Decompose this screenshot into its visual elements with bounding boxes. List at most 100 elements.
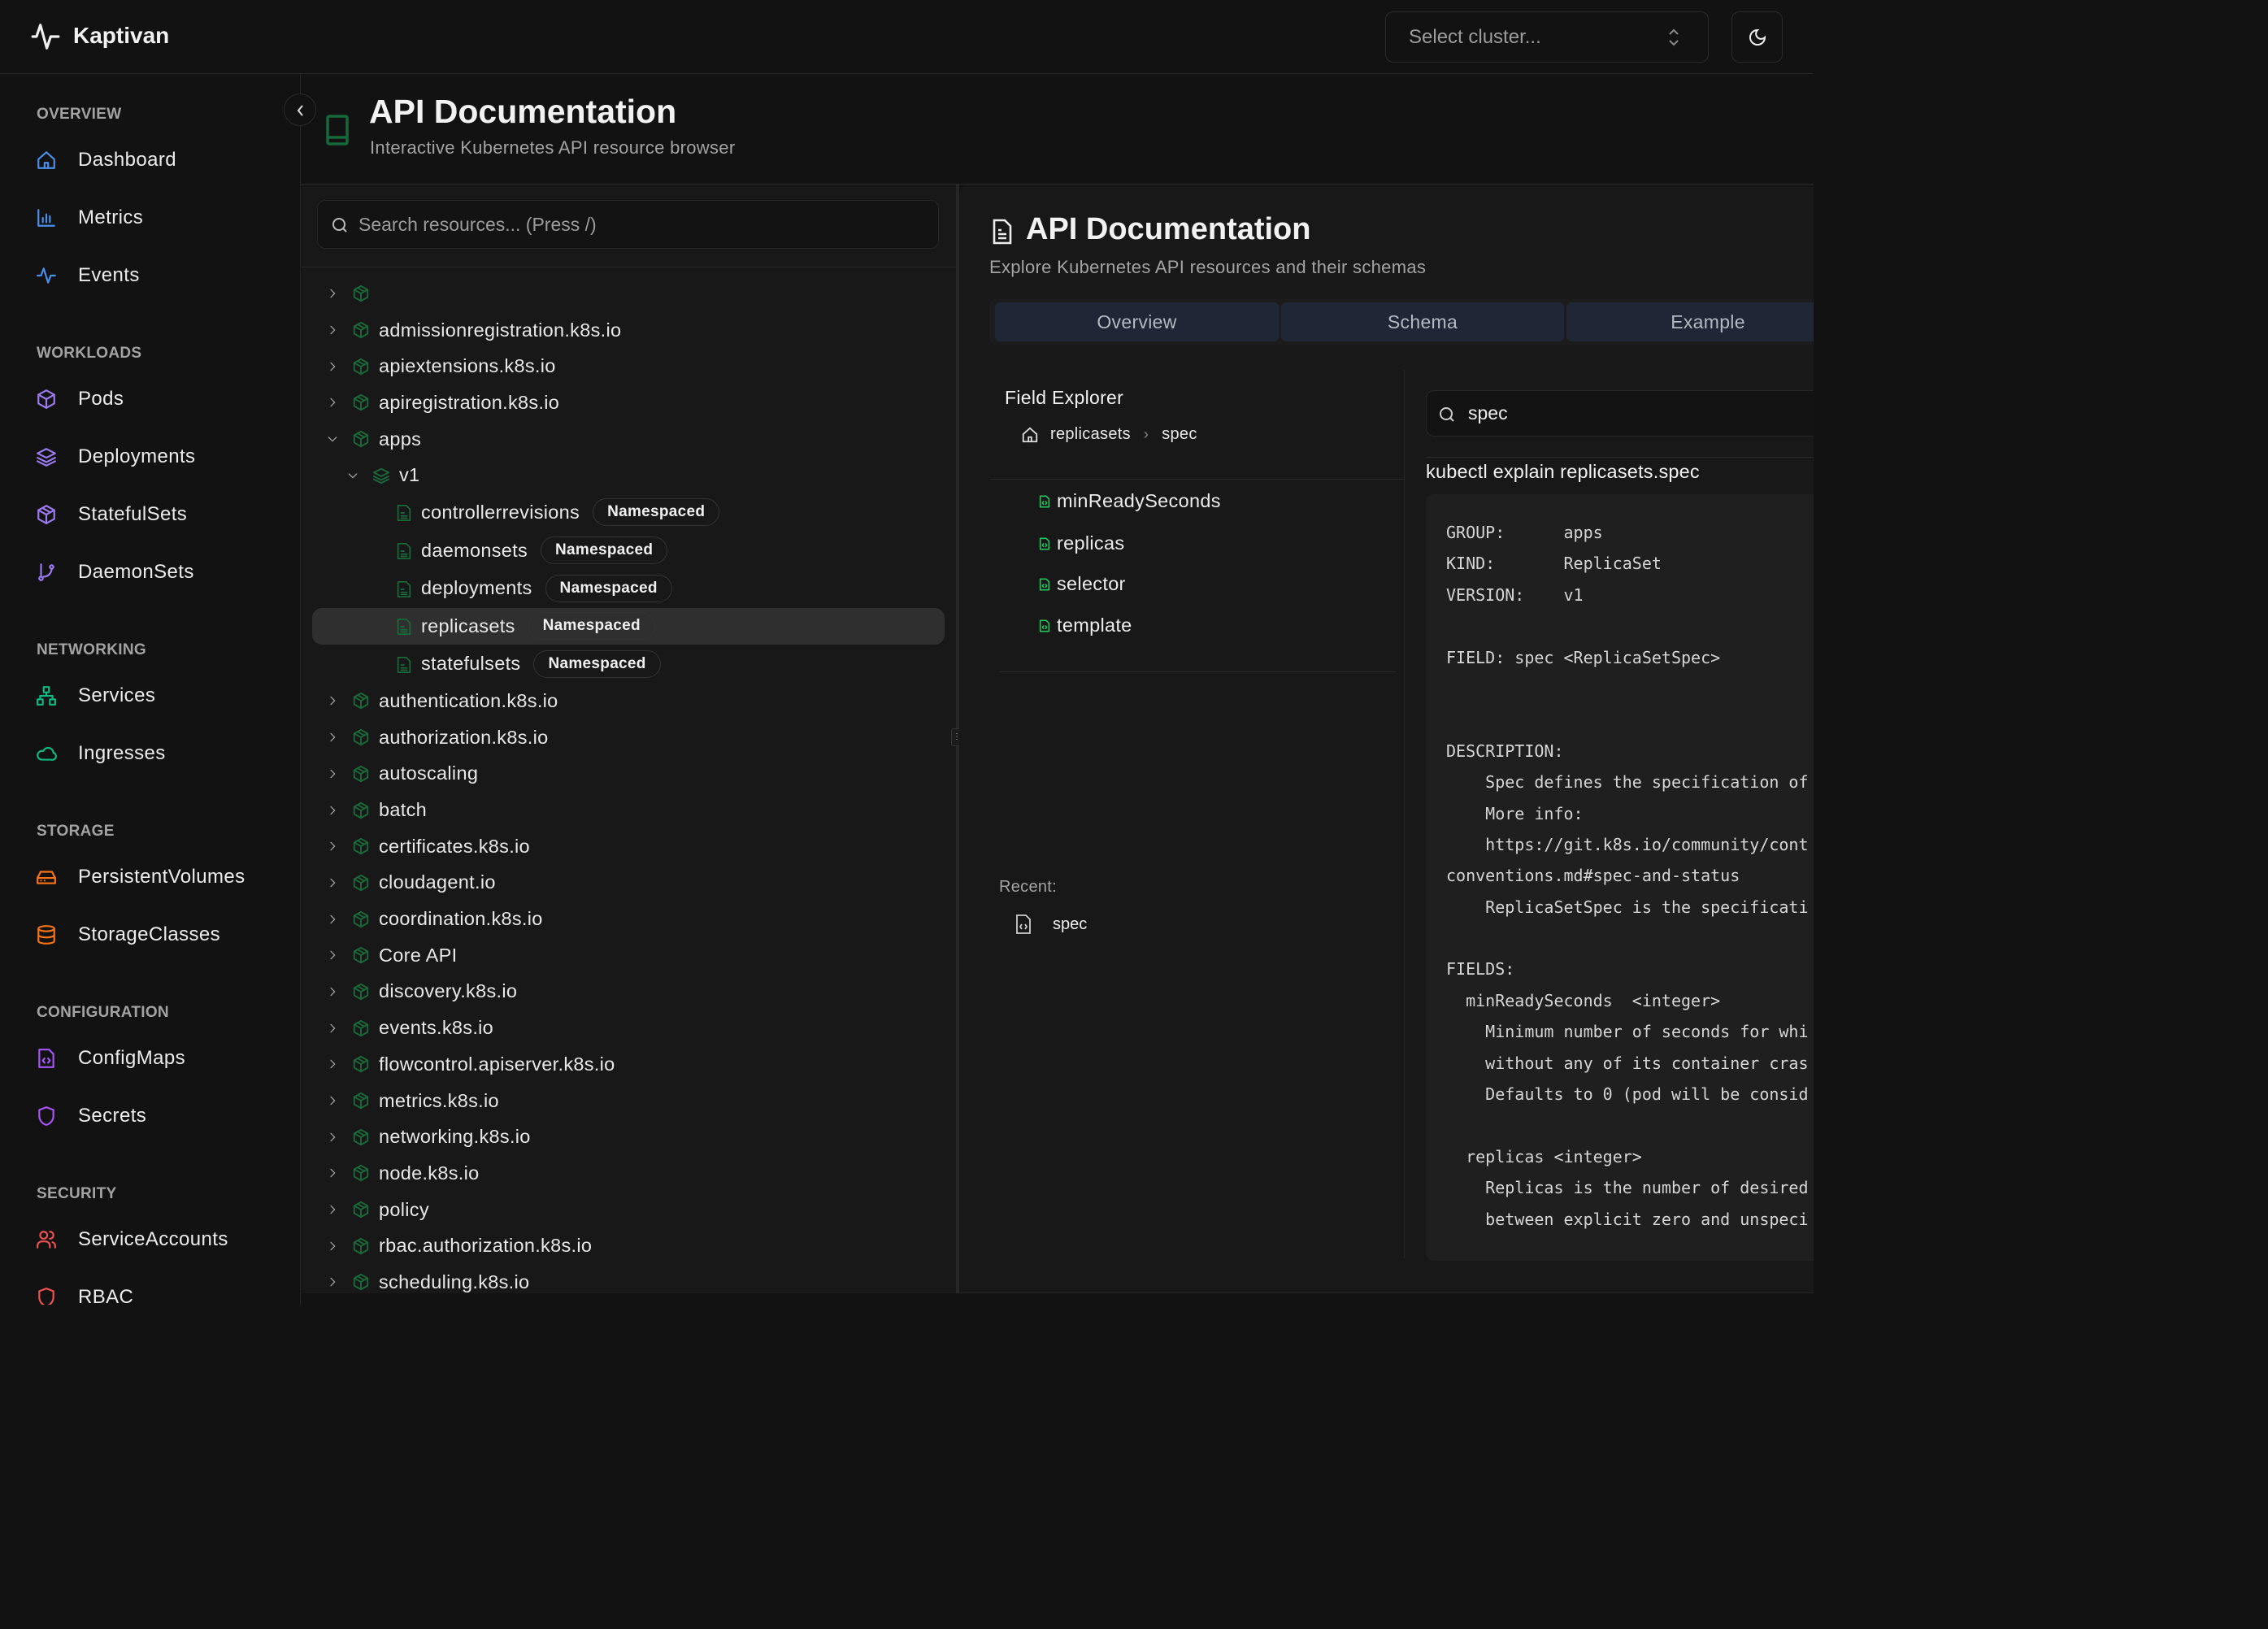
field-item[interactable]: replicas — [1038, 532, 1124, 554]
tree-group-item[interactable]: certificates.k8s.io — [302, 828, 956, 865]
code-line: without any of its container cras — [1446, 1053, 1809, 1073]
chevron-right-icon[interactable] — [326, 1094, 339, 1107]
code-line: between explicit zero and unspeci — [1446, 1209, 1809, 1229]
tree-group-item[interactable]: apps — [302, 421, 956, 458]
tree-group-item[interactable]: Core API — [302, 937, 956, 974]
chevron-right-icon[interactable] — [326, 985, 339, 998]
sidebar-item-pods[interactable]: Pods — [0, 371, 300, 428]
sidebar-item-ingresses[interactable]: Ingresses — [0, 725, 300, 782]
field-item[interactable]: minReadySeconds — [1038, 490, 1221, 512]
chevron-right-icon[interactable] — [326, 767, 339, 780]
tree-group-item[interactable]: node.k8s.io — [302, 1155, 956, 1192]
chevron-right-icon[interactable] — [326, 1022, 339, 1035]
field-search-field[interactable] — [1426, 390, 1814, 437]
tab-schema[interactable]: Schema — [1281, 302, 1564, 341]
chevron-right-icon[interactable] — [326, 840, 339, 853]
sidebar-item-metrics[interactable]: Metrics — [0, 189, 300, 246]
tree-group-item[interactable]: metrics.k8s.io — [302, 1083, 956, 1119]
tree-group-item[interactable]: flowcontrol.apiserver.k8s.io — [302, 1046, 956, 1083]
chevron-right-icon[interactable] — [326, 1131, 339, 1144]
tab-example[interactable]: Example — [1566, 302, 1814, 341]
field-item[interactable]: template — [1038, 615, 1132, 636]
package-icon — [353, 1019, 369, 1036]
chevron-right-icon[interactable] — [326, 731, 339, 744]
tree-resource-item[interactable]: deployments Namespaced — [302, 569, 956, 607]
sidebar-item-statefulsets[interactable]: StatefulSets — [0, 486, 300, 543]
sidebar-item-deployments[interactable]: Deployments — [0, 428, 300, 485]
sidebar-item-dashboard[interactable]: Dashboard — [0, 132, 300, 189]
chevron-right-icon[interactable] — [326, 949, 339, 962]
recent-label: Recent: — [999, 878, 1058, 896]
chevron-right-icon[interactable] — [326, 913, 339, 926]
chevron-right-icon — [330, 398, 336, 407]
collapse-sidebar-button[interactable] — [284, 93, 316, 126]
sidebar-item-rbac[interactable]: RBAC — [0, 1269, 300, 1305]
tree-group-item[interactable]: cloudagent.io — [302, 865, 956, 901]
chevron-right-icon[interactable] — [326, 1203, 339, 1216]
tree-group-item[interactable]: events.k8s.io — [302, 1010, 956, 1046]
chevron-right-icon[interactable] — [326, 1240, 339, 1253]
tree-resource-item[interactable]: statefulsets Namespaced — [302, 645, 956, 684]
chevron-right-icon[interactable] — [326, 324, 339, 337]
sidebar-item-events[interactable]: Events — [0, 247, 300, 304]
tab-overview[interactable]: Overview — [995, 302, 1279, 341]
chevron-down-icon[interactable] — [346, 469, 359, 482]
chevron-right-icon[interactable] — [326, 1166, 339, 1179]
resource-search-field[interactable] — [317, 200, 939, 249]
chevron-right-icon[interactable] — [326, 1275, 339, 1288]
chevron-right-icon[interactable] — [326, 876, 339, 889]
recent-item[interactable]: spec — [1015, 914, 1087, 934]
chevron-down-icon[interactable] — [326, 432, 339, 445]
chevron-right-icon[interactable] — [326, 804, 339, 817]
tree-resource-item[interactable]: replicasets Namespaced — [302, 607, 956, 645]
field-item[interactable]: selector — [1038, 573, 1126, 595]
tree-group-item[interactable]: coordination.k8s.io — [302, 901, 956, 937]
layers-icon — [372, 467, 390, 484]
chevron-right-icon[interactable] — [326, 396, 339, 409]
tree-group-item[interactable]: admissionregistration.k8s.io — [302, 312, 956, 349]
tree-group-item[interactable]: rbac.authorization.k8s.io — [302, 1227, 956, 1264]
field-search-input[interactable] — [1468, 391, 1793, 436]
sidebar-item-services[interactable]: Services — [0, 667, 300, 724]
package-icon — [353, 1056, 369, 1073]
sidebar-item-serviceaccounts[interactable]: ServiceAccounts — [0, 1211, 300, 1268]
tree-item-label: scheduling.k8s.io — [379, 1271, 530, 1292]
theme-toggle-button[interactable] — [1731, 11, 1783, 63]
sidebar-item-storageclasses[interactable]: StorageClasses — [0, 906, 300, 963]
tree-group-item[interactable]: apiregistration.k8s.io — [302, 384, 956, 421]
breadcrumb-item[interactable]: replicasets — [1050, 425, 1131, 444]
git-branch-icon — [38, 563, 54, 581]
code-line: VERSION: v1 — [1446, 584, 1584, 605]
sidebar-item-persistentvolumes[interactable]: PersistentVolumes — [0, 849, 300, 906]
tree-group-item[interactable]: policy — [302, 1192, 956, 1228]
tree-group-item[interactable]: discovery.k8s.io — [302, 974, 956, 1010]
sidebar-item-daemonsets[interactable]: DaemonSets — [0, 544, 300, 601]
tree-group-item[interactable]: v1 — [302, 457, 956, 493]
tree-group-item[interactable]: autoscaling — [302, 755, 956, 792]
tree-item-label: Core API — [379, 944, 458, 966]
home-icon[interactable] — [1021, 426, 1039, 444]
search-icon — [332, 218, 347, 232]
tree-group-item[interactable]: authorization.k8s.io — [302, 719, 956, 756]
tree-group-item[interactable]: apiextensions.k8s.io — [302, 348, 956, 384]
tree-resource-item[interactable]: daemonsets Namespaced — [302, 532, 956, 570]
package-icon — [353, 801, 369, 819]
tree-group-item[interactable]: authentication.k8s.io — [302, 683, 956, 719]
tree-resource-item[interactable]: controllerrevisions Namespaced — [302, 493, 956, 532]
chevron-right-icon[interactable] — [326, 360, 339, 373]
scope-badge: Namespaced — [528, 612, 655, 641]
chevron-right-icon[interactable] — [326, 694, 339, 707]
tree-group-item[interactable]: batch — [302, 792, 956, 828]
tree-group-item[interactable]: scheduling.k8s.io — [302, 1264, 956, 1293]
cluster-select[interactable]: Select cluster... — [1385, 11, 1709, 63]
tree-group-item[interactable] — [302, 276, 956, 312]
chevron-right-icon[interactable] — [326, 1058, 339, 1071]
search-icon — [1440, 407, 1454, 422]
chevron-right-icon[interactable] — [326, 287, 339, 300]
sidebar-item-secrets[interactable]: Secrets — [0, 1088, 300, 1145]
tree-group-item[interactable]: networking.k8s.io — [302, 1119, 956, 1155]
sidebar-item-configmaps[interactable]: ConfigMaps — [0, 1030, 300, 1087]
resource-search-input[interactable] — [358, 201, 919, 248]
divider — [989, 479, 1404, 480]
